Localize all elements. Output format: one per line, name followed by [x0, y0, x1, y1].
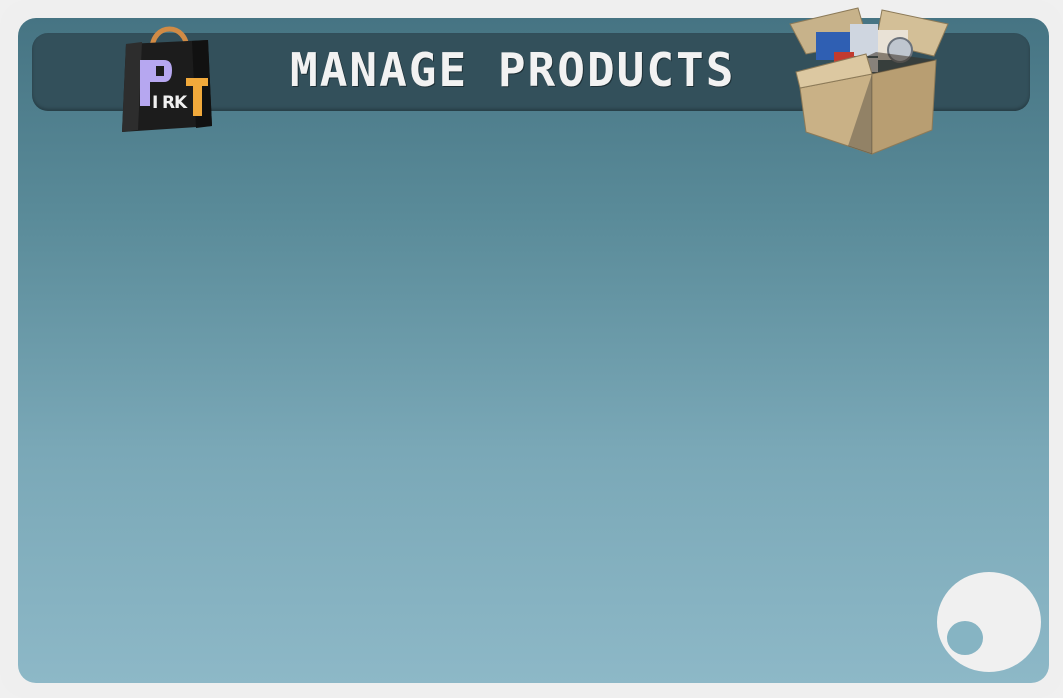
cardboard-box-icon — [786, 2, 952, 158]
round-button-icon — [947, 621, 983, 655]
logo[interactable]: I R K — [112, 22, 218, 136]
round-button[interactable] — [937, 572, 1041, 672]
logo-letter-i: I — [152, 93, 158, 113]
page-title: MANAGE PRODUCTS — [290, 43, 736, 97]
shopping-bag-icon: I R K — [122, 26, 212, 132]
logo-letter-k: K — [174, 93, 188, 113]
